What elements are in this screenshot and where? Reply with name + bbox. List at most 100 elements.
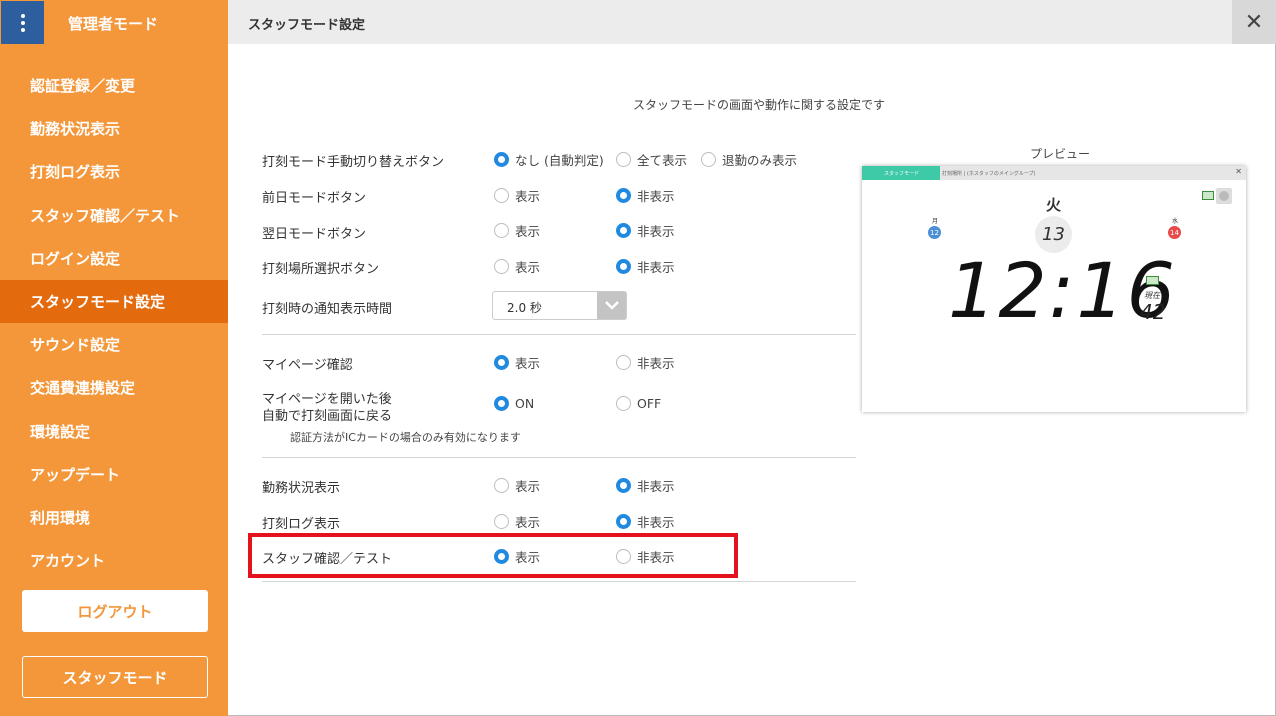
notification-duration-select[interactable]: 2.0 秒 — [492, 291, 627, 320]
radio-circle — [494, 478, 509, 493]
radio-punch-location-show[interactable]: 表示 — [494, 257, 540, 276]
sidebar: 管理者モード 認証登録／変更 勤務状況表示 打刻ログ表示 スタッフ確認／テスト … — [0, 0, 228, 716]
setting-label-notification-duration: 打刻時の通知表示時間 — [262, 302, 393, 317]
radio-next-day-hide[interactable]: 非表示 — [616, 221, 675, 240]
radio-punch-location-hide[interactable]: 非表示 — [616, 257, 675, 276]
sidebar-title: 管理者モード — [68, 15, 159, 33]
setting-label-punch-log: 打刻ログ表示 — [262, 517, 341, 532]
radio-work-status-show[interactable]: 表示 — [494, 476, 540, 495]
setting-note: 認証方法がICカードの場合のみ有効になります — [290, 431, 521, 444]
preview-seconds: 42 — [1140, 300, 1166, 324]
radio-circle — [494, 188, 509, 203]
sidebar-item-auth-registration[interactable]: 認証登録／変更 — [0, 64, 228, 107]
radio-punch-mode-all[interactable]: 全て表示 — [616, 150, 687, 169]
radio-circle — [616, 152, 631, 167]
preview-next-day-label: 水 — [1172, 218, 1179, 225]
radio-circle — [494, 152, 509, 167]
setting-label-work-status: 勤務状況表示 — [262, 481, 341, 496]
radio-circle — [494, 396, 509, 411]
radio-mypage-hide[interactable]: 非表示 — [616, 353, 675, 372]
radio-punch-log-show[interactable]: 表示 — [494, 512, 540, 531]
menu-button[interactable] — [1, 1, 44, 44]
setting-label-punch-location-button: 打刻場所選択ボタン — [262, 262, 380, 277]
page-description: スタッフモードの画面や動作に関する設定です — [633, 98, 886, 112]
radio-label: 非表示 — [637, 224, 675, 239]
sidebar-item-usage-environment[interactable]: 利用環境 — [0, 496, 228, 539]
gear-icon — [1216, 188, 1232, 204]
radio-circle — [616, 514, 631, 529]
radio-label: OFF — [637, 396, 662, 411]
setting-label-punch-mode-switch: 打刻モード手動切り替えボタン — [262, 155, 445, 170]
preview-day-of-week: 火 — [1046, 196, 1062, 214]
preview-tab-rest: 打刻場所 | (ホスタッフのメイングループ) — [942, 171, 1036, 177]
preview-next-day: 14 — [1168, 226, 1181, 239]
sidebar-item-transport-settings[interactable]: 交通費連携設定 — [0, 366, 228, 409]
radio-work-status-hide[interactable]: 非表示 — [616, 476, 675, 495]
sidebar-item-sound-settings[interactable]: サウンド設定 — [0, 323, 228, 366]
close-icon: ✕ — [1235, 167, 1242, 176]
radio-circle — [494, 355, 509, 370]
radio-circle — [616, 355, 631, 370]
radio-label: ON — [515, 396, 535, 411]
preview-tab: スタッフモード — [862, 166, 940, 180]
radio-mypage-show[interactable]: 表示 — [494, 353, 540, 372]
radio-punch-mode-none[interactable]: なし (自動判定) — [494, 150, 604, 169]
logout-button[interactable]: ログアウト — [22, 590, 208, 632]
radio-mypage-return-off[interactable]: OFF — [616, 396, 661, 411]
sidebar-item-punch-log[interactable]: 打刻ログ表示 — [0, 150, 228, 193]
radio-label: 表示 — [515, 224, 541, 239]
sidebar-item-staff-mode-settings[interactable]: スタッフモード設定 — [0, 279, 228, 324]
sidebar-nav: 認証登録／変更 勤務状況表示 打刻ログ表示 スタッフ確認／テスト ログイン設定 … — [0, 64, 228, 582]
radio-label: 表示 — [515, 515, 541, 530]
radio-label: 表示 — [515, 189, 541, 204]
radio-label: 表示 — [515, 356, 541, 371]
radio-label: 非表示 — [637, 479, 675, 494]
card-icon — [1146, 276, 1159, 285]
page-title: スタッフモード設定 — [248, 18, 366, 33]
sidebar-item-update[interactable]: アップデート — [0, 453, 228, 496]
close-button[interactable]: ✕ — [1232, 0, 1276, 44]
radio-label: なし (自動判定) — [515, 153, 604, 168]
radio-punch-log-hide[interactable]: 非表示 — [616, 512, 675, 531]
vertical-dots-icon — [20, 13, 25, 32]
sidebar-item-login-settings[interactable]: ログイン設定 — [0, 237, 228, 280]
radio-label: 全て表示 — [637, 153, 688, 168]
radio-label: 非表示 — [637, 260, 675, 275]
chevron-down-icon — [597, 292, 626, 319]
highlight-box — [248, 533, 738, 578]
section-divider — [262, 457, 856, 458]
radio-circle — [494, 223, 509, 238]
radio-circle — [616, 188, 631, 203]
sidebar-item-work-status[interactable]: 勤務状況表示 — [0, 107, 228, 150]
radio-label: 表示 — [515, 479, 541, 494]
staff-mode-button[interactable]: スタッフモード — [22, 656, 208, 698]
radio-label: 退勤のみ表示 — [722, 153, 798, 168]
radio-punch-mode-leave-only[interactable]: 退勤のみ表示 — [701, 150, 797, 169]
radio-circle — [494, 259, 509, 274]
sidebar-header: 管理者モード — [0, 0, 228, 44]
radio-circle — [616, 478, 631, 493]
radio-prev-day-show[interactable]: 表示 — [494, 186, 540, 205]
radio-circle — [616, 396, 631, 411]
radio-circle — [616, 259, 631, 274]
sidebar-item-environment-settings[interactable]: 環境設定 — [0, 410, 228, 453]
preview-prev-day: 12 — [928, 226, 941, 239]
preview-label: プレビュー — [1030, 147, 1091, 161]
card-icon — [1202, 191, 1214, 200]
radio-prev-day-hide[interactable]: 非表示 — [616, 186, 675, 205]
radio-circle — [701, 152, 716, 167]
sidebar-item-account[interactable]: アカウント — [0, 539, 228, 582]
sidebar-item-staff-test[interactable]: スタッフ確認／テスト — [0, 194, 228, 237]
radio-mypage-return-on[interactable]: ON — [494, 396, 534, 411]
setting-label-next-day-button: 翌日モードボタン — [262, 227, 367, 242]
radio-label: 非表示 — [637, 189, 675, 204]
section-divider — [262, 581, 856, 582]
preview-tab-bar: スタッフモード 打刻場所 | (ホスタッフのメイングループ) ✕ — [862, 166, 1246, 180]
setting-label-mypage-return-line2: 自動で打刻画面に戻る — [262, 409, 393, 424]
radio-label: 表示 — [515, 260, 541, 275]
radio-next-day-show[interactable]: 表示 — [494, 221, 540, 240]
preview-panel: スタッフモード 打刻場所 | (ホスタッフのメイングループ) ✕ 火 月 12 … — [862, 166, 1246, 412]
preview-prev-day-label: 月 — [932, 218, 939, 225]
radio-label: 非表示 — [637, 356, 675, 371]
setting-label-prev-day-button: 前日モードボタン — [262, 191, 367, 206]
